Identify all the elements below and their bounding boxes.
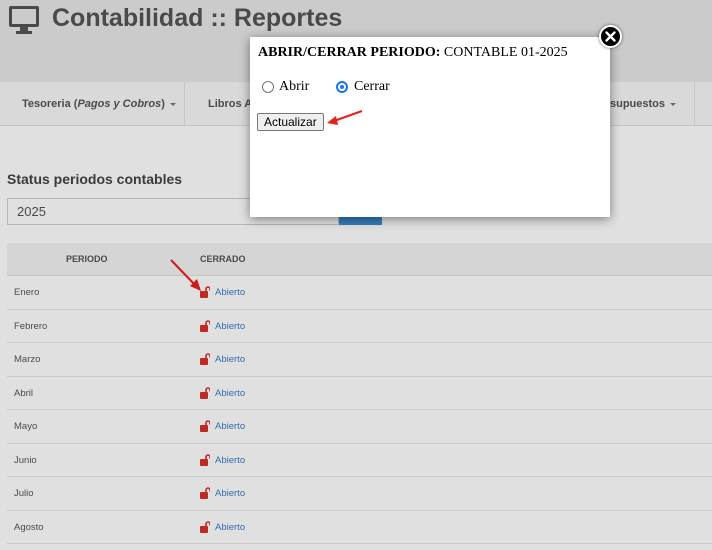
annotation-arrow <box>327 110 363 125</box>
update-button[interactable]: Actualizar <box>257 113 324 131</box>
radio-abrir-label: Abrir <box>279 79 310 94</box>
modal-title-bold: ABRIR/CERRAR PERIODO: <box>258 45 441 60</box>
radio-cerrar[interactable] <box>336 81 348 93</box>
radio-cerrar-label: Cerrar <box>354 79 390 94</box>
modal-title: ABRIR/CERRAR PERIODO: CONTABLE 01-2025 <box>258 45 568 61</box>
modal-title-rest: CONTABLE 01-2025 <box>440 45 568 60</box>
close-icon <box>605 31 616 42</box>
modal-close-button[interactable] <box>599 25 622 48</box>
radio-abrir[interactable] <box>262 81 274 93</box>
period-modal: ABRIR/CERRAR PERIODO: CONTABLE 01-2025 A… <box>250 37 610 217</box>
